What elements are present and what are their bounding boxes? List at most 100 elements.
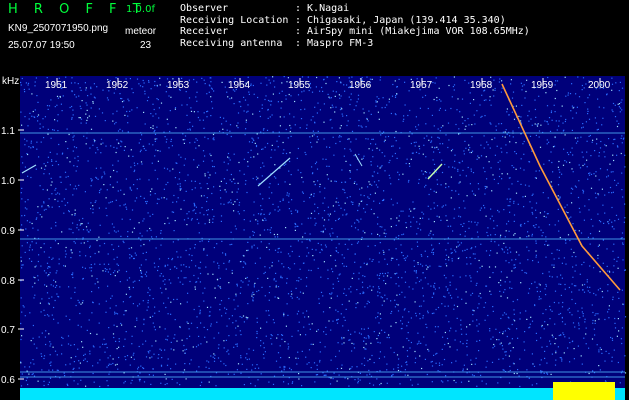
noise-dot	[433, 286, 435, 288]
noise-dot	[243, 321, 245, 323]
x-tick-label: 1953	[167, 80, 190, 91]
noise-dot	[159, 77, 161, 79]
noise-dot	[69, 319, 71, 321]
noise-dot	[600, 221, 602, 223]
noise-dot	[396, 294, 398, 296]
noise-dot	[440, 265, 442, 268]
noise-dot	[112, 362, 114, 365]
noise-dot	[45, 343, 47, 346]
noise-dot	[61, 353, 63, 355]
noise-dot	[575, 285, 577, 287]
noise-dot	[257, 177, 259, 179]
noise-dot	[608, 191, 610, 194]
noise-dot	[301, 76, 304, 78]
noise-dot	[233, 153, 235, 155]
noise-dot	[152, 374, 154, 376]
noise-dot	[283, 266, 285, 268]
noise-dot	[285, 227, 287, 229]
noise-dot	[390, 300, 392, 302]
noise-dot	[96, 239, 98, 242]
noise-dot	[167, 217, 169, 219]
noise-dot	[244, 134, 246, 136]
noise-dot	[131, 343, 133, 345]
noise-dot	[460, 242, 462, 244]
noise-dot	[390, 112, 392, 115]
noise-dot	[379, 167, 381, 169]
noise-dot	[127, 231, 129, 233]
noise-dot	[353, 343, 355, 345]
noise-dot	[297, 310, 300, 312]
noise-dot	[47, 267, 49, 269]
noise-dot	[125, 310, 127, 312]
noise-dot	[558, 313, 560, 315]
noise-dot	[80, 303, 82, 305]
noise-dot	[321, 217, 324, 219]
noise-dot	[438, 265, 440, 267]
noise-dot	[297, 94, 300, 96]
noise-dot	[24, 207, 26, 209]
noise-dot	[337, 342, 339, 344]
noise-dot	[587, 178, 589, 180]
noise-dot	[412, 152, 414, 154]
noise-dot	[608, 352, 610, 355]
noise-dot	[116, 181, 118, 183]
noise-dot	[148, 374, 150, 376]
noise-dot	[119, 128, 121, 130]
noise-dot	[485, 250, 488, 252]
noise-dot	[33, 363, 35, 365]
noise-dot	[447, 305, 449, 307]
noise-dot	[32, 324, 34, 327]
noise-dot	[91, 275, 93, 277]
noise-dot	[509, 342, 511, 344]
noise-dot	[341, 263, 344, 265]
noise-dot	[127, 131, 129, 133]
noise-dot	[212, 221, 214, 223]
noise-dot	[257, 137, 259, 139]
noise-dot	[268, 186, 270, 188]
noise-dot	[567, 94, 569, 96]
noise-dot	[116, 147, 118, 149]
noise-dot	[246, 353, 248, 355]
noise-dot	[458, 207, 460, 209]
noise-dot	[168, 222, 170, 224]
noise-dot	[376, 338, 378, 340]
noise-dot	[314, 163, 317, 165]
noise-dot	[158, 258, 161, 260]
noise-dot	[422, 173, 424, 175]
noise-dot	[236, 198, 238, 201]
noise-dot	[288, 201, 290, 203]
noise-dot	[213, 353, 215, 355]
noise-dot	[256, 337, 258, 339]
noise-dot	[338, 94, 340, 96]
noise-dot	[451, 258, 453, 260]
noise-dot	[519, 262, 521, 264]
noise-dot	[120, 97, 122, 100]
noise-dot	[283, 116, 285, 118]
noise-dot	[575, 229, 577, 231]
noise-dot	[168, 279, 170, 281]
noise-dot	[159, 326, 161, 328]
noise-dot	[90, 93, 92, 95]
noise-dot	[534, 226, 536, 229]
noise-dot	[304, 108, 306, 110]
noise-dot	[157, 198, 159, 200]
noise-dot	[323, 103, 325, 105]
noise-dot	[245, 277, 247, 279]
noise-dot	[35, 218, 37, 220]
noise-dot	[167, 335, 169, 337]
y-tick-label: 0.6	[1, 375, 15, 386]
noise-dot	[617, 256, 619, 258]
noise-dot	[203, 249, 205, 251]
noise-dot	[285, 95, 287, 97]
noise-dot	[317, 329, 319, 331]
noise-dot	[543, 215, 545, 217]
noise-dot	[377, 216, 379, 218]
noise-dot	[432, 253, 434, 255]
noise-dot	[264, 271, 266, 273]
noise-dot	[244, 183, 247, 185]
noise-dot	[535, 242, 537, 244]
noise-dot	[358, 203, 360, 205]
noise-dot	[75, 170, 77, 172]
noise-dot	[22, 162, 24, 164]
noise-dot	[401, 277, 403, 279]
